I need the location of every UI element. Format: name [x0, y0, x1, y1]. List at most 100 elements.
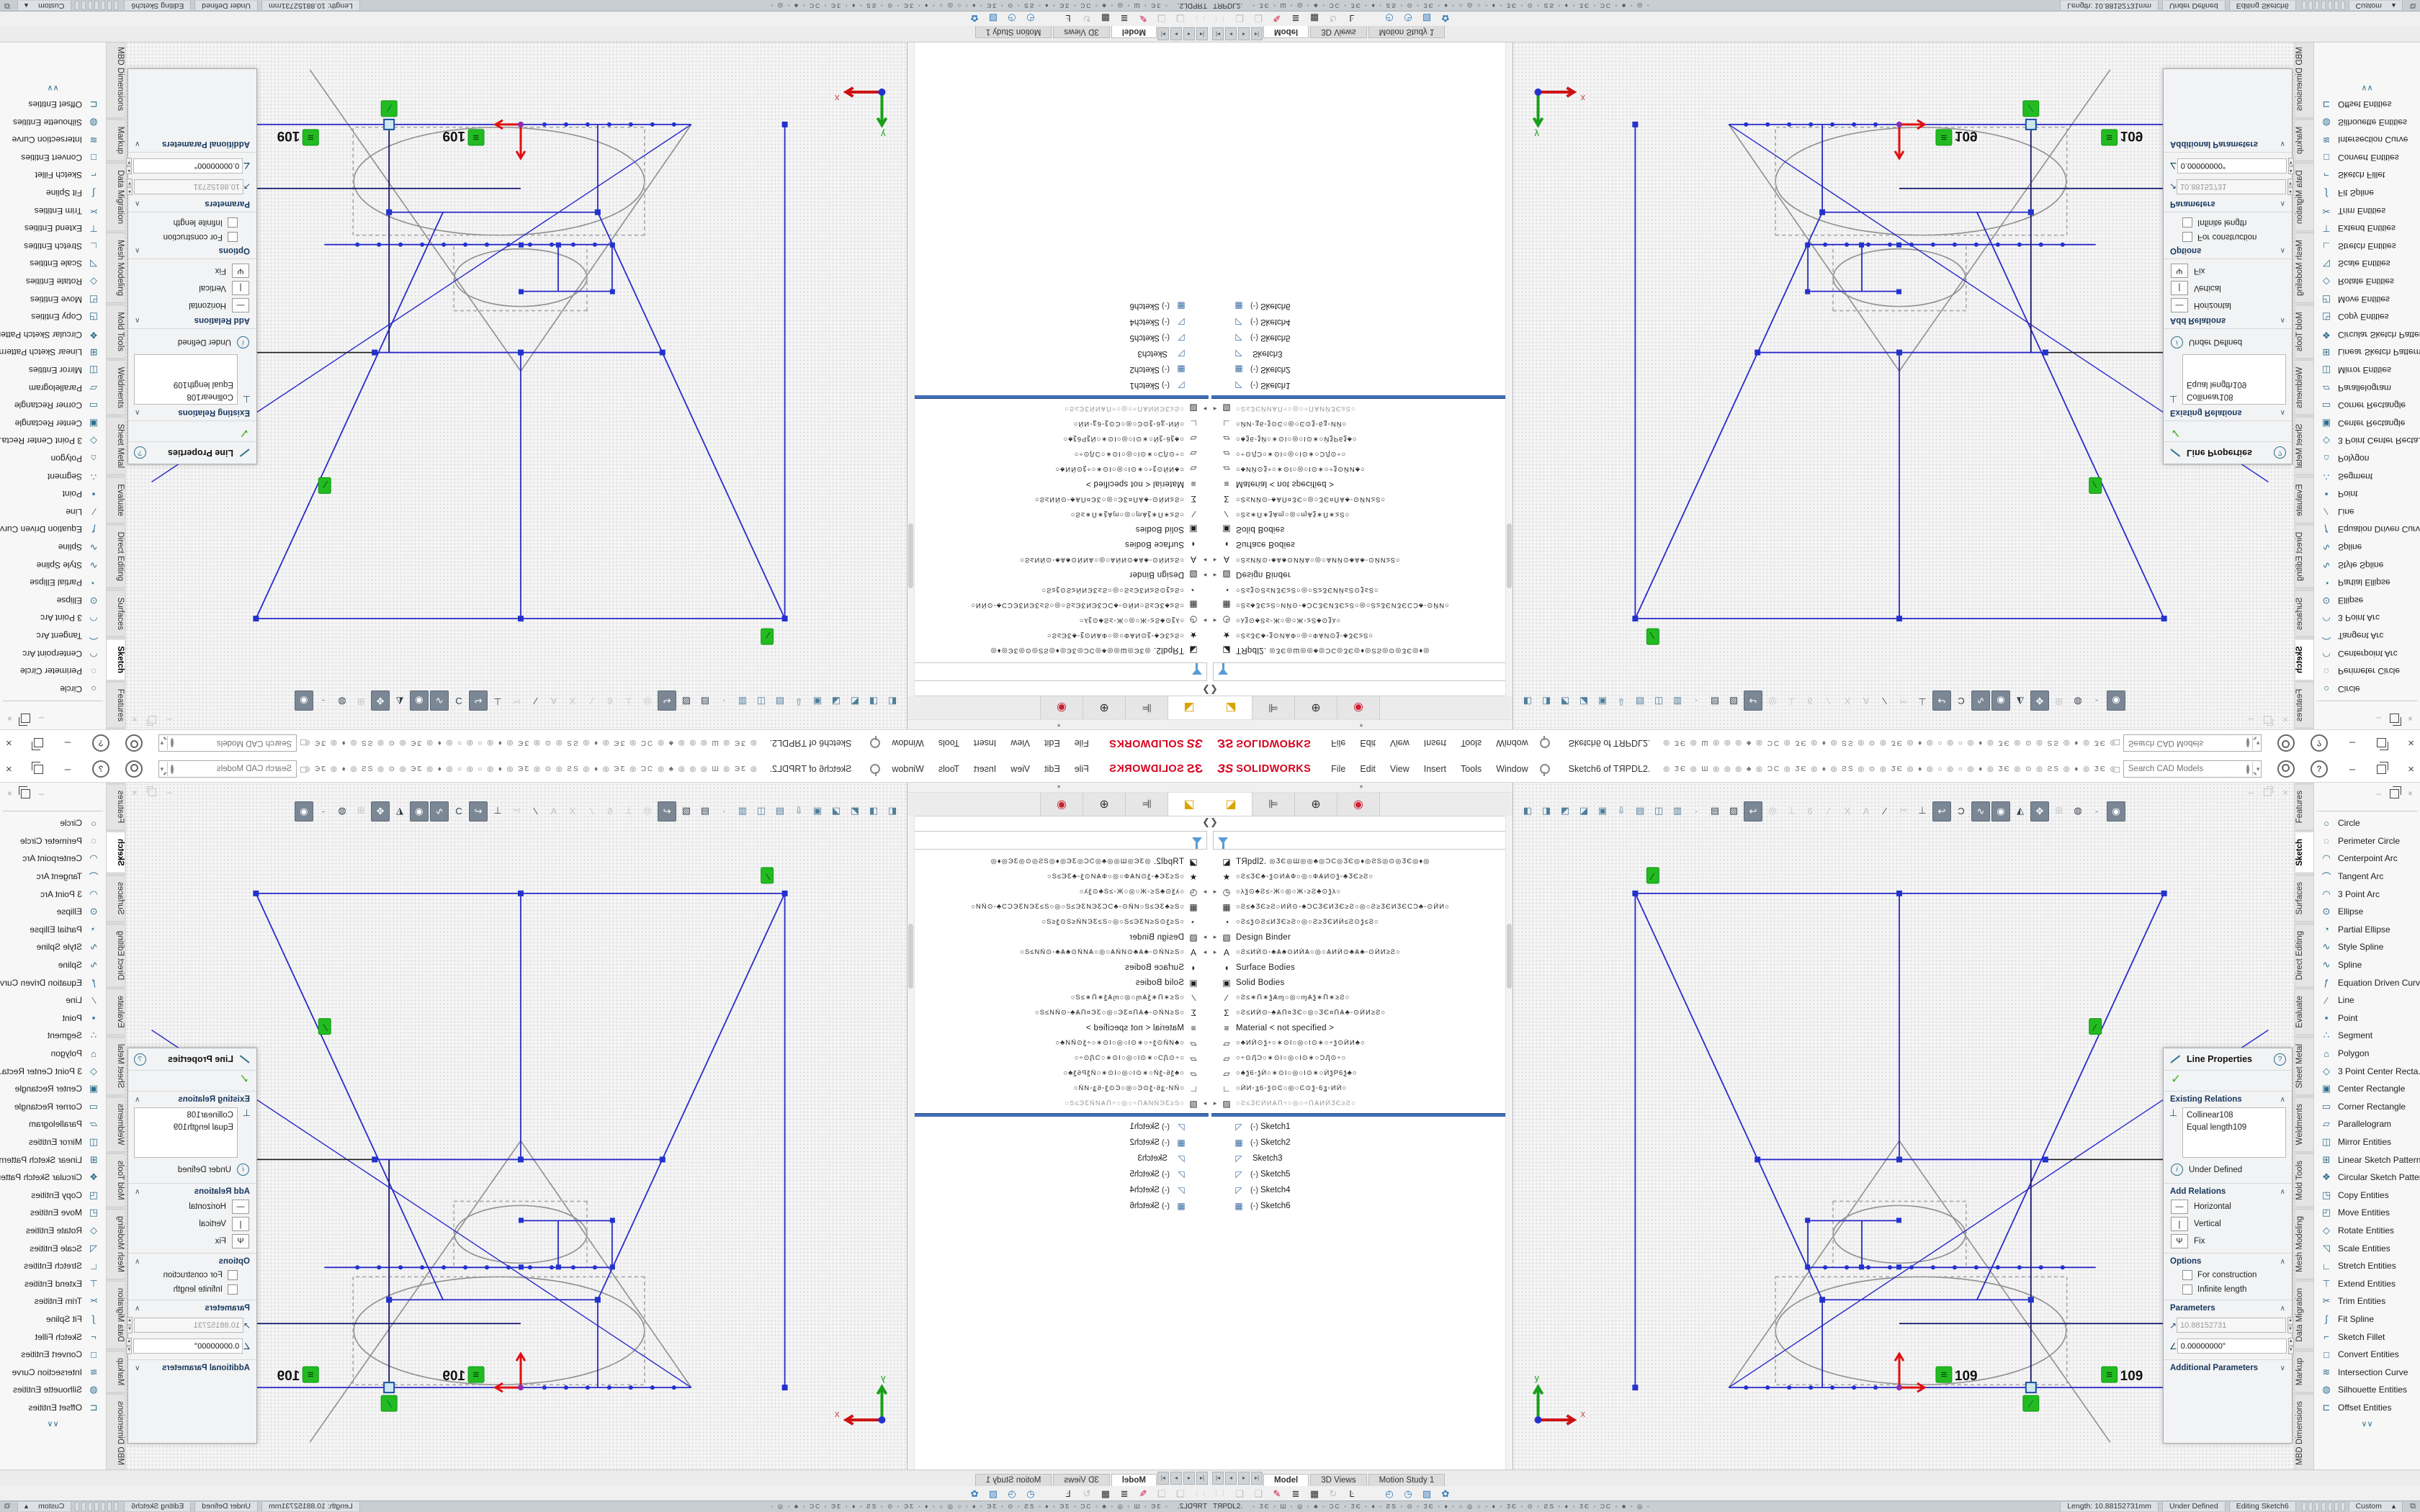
tree-row[interactable]: ▸ ◷ ○λѯ⊙♣Ƨ≤◦Ж○◎○Ж◦≥Ƨ♣⊙ѯλ○	[908, 884, 1210, 899]
parameters-header[interactable]: Parameters	[205, 199, 250, 208]
sketch-tool-item[interactable]: ∟ Stretch Entities	[2314, 238, 2420, 256]
options-header[interactable]: Options	[219, 246, 250, 255]
toolbar-drag-handle[interactable]: ⋮⋮	[1213, 1490, 1227, 1498]
parameter-input[interactable]	[134, 179, 243, 194]
tree-row[interactable]: ∟ ○ЍИ◦ʓ6◦ѯ⊙Ͼ○◎○Ͼ⊙ѯ◦6ʓ◦ИЍ○	[1210, 416, 1512, 431]
sketch-tool-item[interactable]: ∟ Stretch Entities	[0, 238, 106, 256]
sketch-tool-item[interactable]: ⊞ Linear Sketch Pattern	[2314, 1151, 2420, 1169]
relation-badge-top[interactable]: ∕	[1646, 868, 1659, 883]
expand-chevron-icon[interactable]: ∨	[135, 140, 140, 148]
collapse-chevron-icon[interactable]: ∧	[135, 1188, 140, 1196]
relations-listbox[interactable]: Collinear108Equal length109	[134, 354, 238, 405]
sketch-tool-item[interactable]: ƒ Equation Driven Curve	[0, 521, 106, 539]
tree-row[interactable]: ▱ ○♣ИЍ⊙ѯ÷○∗⊙І○◎○І⊙∗○÷ѯ⊙ЍИ♣○	[908, 1035, 1210, 1050]
panel-splitter[interactable]: ●	[1210, 719, 1512, 729]
sketch-tool-item[interactable]: ◠ Centerpoint Arc	[0, 644, 106, 662]
sketch-tool-item[interactable]: ◹ Scale Entities	[2314, 255, 2420, 273]
sketch-tool-item[interactable]: ◳ Copy Entities	[2314, 1186, 2420, 1204]
sketch-tool-item[interactable]: ƒ Equation Driven Curve	[2314, 973, 2420, 991]
document-tab[interactable]: 3D Views	[1310, 1474, 1366, 1486]
commandmanager-tab[interactable]: Markup	[2295, 120, 2314, 161]
tab-scroll-button[interactable]: ▸	[1170, 27, 1182, 40]
tab-scroll-button[interactable]: |◂	[1212, 27, 1224, 40]
checkbox[interactable]	[228, 1284, 238, 1295]
sketch-tool-item[interactable]: ⊙ Ellipse	[2314, 903, 2420, 921]
render-toolbar-icon[interactable]: ✎	[1268, 13, 1286, 24]
search-box[interactable]: ▾	[158, 734, 297, 752]
status-display-mode[interactable]: Custom▴	[17, 1502, 71, 1511]
sketch-tool-item[interactable]: ▣ Center Rectangle	[0, 1080, 106, 1098]
commandmanager-tab[interactable]: Surfaces	[2295, 875, 2314, 922]
tree-row[interactable]: ▱ ○♣ИЍ⊙ѯ÷○∗⊙І○◎○І⊙∗○÷ѯ⊙ЍИ♣○	[1210, 462, 1512, 477]
option-row[interactable]: Infinite length	[2164, 1282, 2292, 1297]
commandmanager-tab[interactable]: Evaluate	[106, 989, 125, 1035]
status-display-mode[interactable]: Custom▴	[2349, 1502, 2403, 1511]
expand-chevron-icon[interactable]: ∨	[135, 1364, 140, 1372]
panel-minimize-icon[interactable]: –	[2376, 714, 2381, 724]
tree-filter-input[interactable]	[911, 835, 1188, 845]
commandmanager-tab[interactable]: Sketch	[106, 639, 125, 680]
coincident-badge[interactable]: ∕	[381, 1395, 397, 1411]
sketch-tool-item[interactable]: ◠ 3 Point Arc	[2314, 609, 2420, 627]
commandmanager-tab[interactable]: Sketch	[2295, 639, 2314, 680]
dimension-badge-2[interactable]: ≡ 109	[2102, 1367, 2143, 1384]
tree-row[interactable]: ◔ ○Ƨ≤ѯ⊙Ƨ≤ИӠЄ≥Ƨ○◎○Ƨ≥ӠЄИЍ≤Ƨ⊙ѯ≤Ƨ○	[908, 914, 1210, 930]
relations-listbox[interactable]: Collinear108Equal length109	[134, 1107, 238, 1158]
render-toolbar-icon[interactable]: ✿	[965, 1488, 984, 1500]
render-toolbar-icon[interactable]: ≣	[1286, 13, 1305, 24]
dimension-badge-1[interactable]: ≡ 109	[442, 1367, 484, 1384]
render-toolbar-icon[interactable]: ◷	[1399, 13, 1417, 24]
tree-row[interactable]: ▣ Solid Bodies	[1210, 522, 1512, 537]
user-account-icon[interactable]	[125, 734, 143, 752]
tree-row[interactable]: ▸ A ○Ƨ≤ИЍ⊙◦♣Ѧ♣⊙ИЍѦ○◎○ѦИЍ⊙♣Ѧ♣◦⊙ЍИ≥Ƨ○	[1210, 945, 1512, 960]
tree-row[interactable]: ▱ ○÷⊙ӅƆ○∗⊙І○◎○І⊙∗○ƆӅ⊙÷○	[1210, 446, 1512, 462]
more-tools-chevron[interactable]: ∨∨	[0, 1419, 106, 1428]
tree-filter-box[interactable]	[1213, 831, 1510, 850]
tree-row[interactable]: ▸ ▨ ○Ƨ≤ӠЄЍИѦՈ÷○◎○÷ՈѦИЍӠЄ≥Ƨ○	[1210, 1096, 1512, 1111]
restore-button[interactable]	[34, 765, 43, 774]
existing-relations-header[interactable]: Existing Relations	[2170, 408, 2242, 417]
search-input[interactable]	[2124, 765, 2244, 773]
tree-row[interactable]: ★ ○Ƨ≤ӠЄ♣◦ѯ⊙ИѦФ○◎○ФѦИ⊙ѯ◦♣ӠЄ≥Ƨ○	[908, 628, 1210, 643]
tree-row[interactable]: ▸ ▧ Design Binder	[908, 930, 1210, 945]
sketch-tool-item[interactable]: ≋ Intersection Curve	[0, 1363, 106, 1381]
tree-row[interactable]: ◖ Surface Bodies	[908, 537, 1210, 552]
render-toolbar-icon[interactable]: Ŀ	[1343, 13, 1361, 24]
tree-row[interactable]: ≡ Material < not specified >	[1210, 477, 1512, 492]
sketch-tool-item[interactable]: ∴ Segment	[2314, 467, 2420, 485]
sketch-tool-item[interactable]: ∿ Style Spline	[0, 938, 106, 956]
commandmanager-tab[interactable]: Sketch	[2295, 832, 2314, 873]
sketch-tool-item[interactable]: ⊞ Linear Sketch Pattern	[2314, 343, 2420, 361]
sketch-tool-item[interactable]: ◫ Mirror Entities	[2314, 361, 2420, 379]
sketch-tool-item[interactable]: ∿ Style Spline	[2314, 938, 2420, 956]
commandmanager-tab[interactable]: Features	[106, 682, 125, 729]
expand-arrow-icon[interactable]: ▸	[1210, 556, 1220, 564]
panel-splitter[interactable]: ●	[1210, 783, 1512, 793]
sketch-tool-item[interactable]: ❖ Circular Sketch Pattern	[0, 1169, 106, 1187]
minimize-button[interactable]: –	[2349, 764, 2355, 775]
render-toolbar-icon[interactable]: ≣	[1286, 1488, 1305, 1500]
add-relations-header[interactable]: Add Relations	[194, 316, 250, 325]
tree-filter-box[interactable]	[1213, 662, 1510, 681]
search-box[interactable]: ▾	[2123, 760, 2262, 778]
tree-row[interactable]: ◖ Surface Bodies	[1210, 960, 1512, 975]
sketch-tool-item[interactable]: ∴ Segment	[2314, 1027, 2420, 1045]
panel-close-icon[interactable]: ×	[7, 788, 12, 798]
relation-item[interactable]: Equal length109	[138, 1122, 233, 1134]
sketch-tool-item[interactable]: ⌐ Sketch Fillet	[2314, 166, 2420, 184]
line-endpoint-handle[interactable]	[2026, 1382, 2036, 1392]
sketch-tool-item[interactable]: ▣ Center Rectangle	[2314, 1080, 2420, 1098]
tree-row[interactable]: ▸ ◷ ○λѯ⊙♣Ƨ≤◦Ж○◎○Ж◦≥Ƨ♣⊙ѯλ○	[1210, 884, 1512, 899]
add-relation-button[interactable]: Ψ Fix	[128, 262, 256, 279]
commandmanager-tab[interactable]: Mold Tools	[2295, 1153, 2314, 1207]
commandmanager-tab[interactable]: Data Migration	[106, 163, 125, 231]
menu-item[interactable]: View	[1003, 731, 1037, 756]
document-tab[interactable]: 3D Views	[1310, 26, 1366, 38]
featuremanager-tab[interactable]: ◪	[1210, 696, 1252, 719]
sketch-tool-item[interactable]: ◇ Rotate Entities	[2314, 1222, 2420, 1240]
featuremanager-tab[interactable]: ◉	[1040, 793, 1083, 816]
panel-close-icon[interactable]: ×	[2408, 788, 2413, 798]
sketch-tool-item[interactable]: ▭ Corner Rectangle	[2314, 397, 2420, 415]
commandmanager-tab[interactable]: Features	[106, 783, 125, 830]
tab-scroll-button[interactable]: ▸|	[1157, 27, 1169, 40]
